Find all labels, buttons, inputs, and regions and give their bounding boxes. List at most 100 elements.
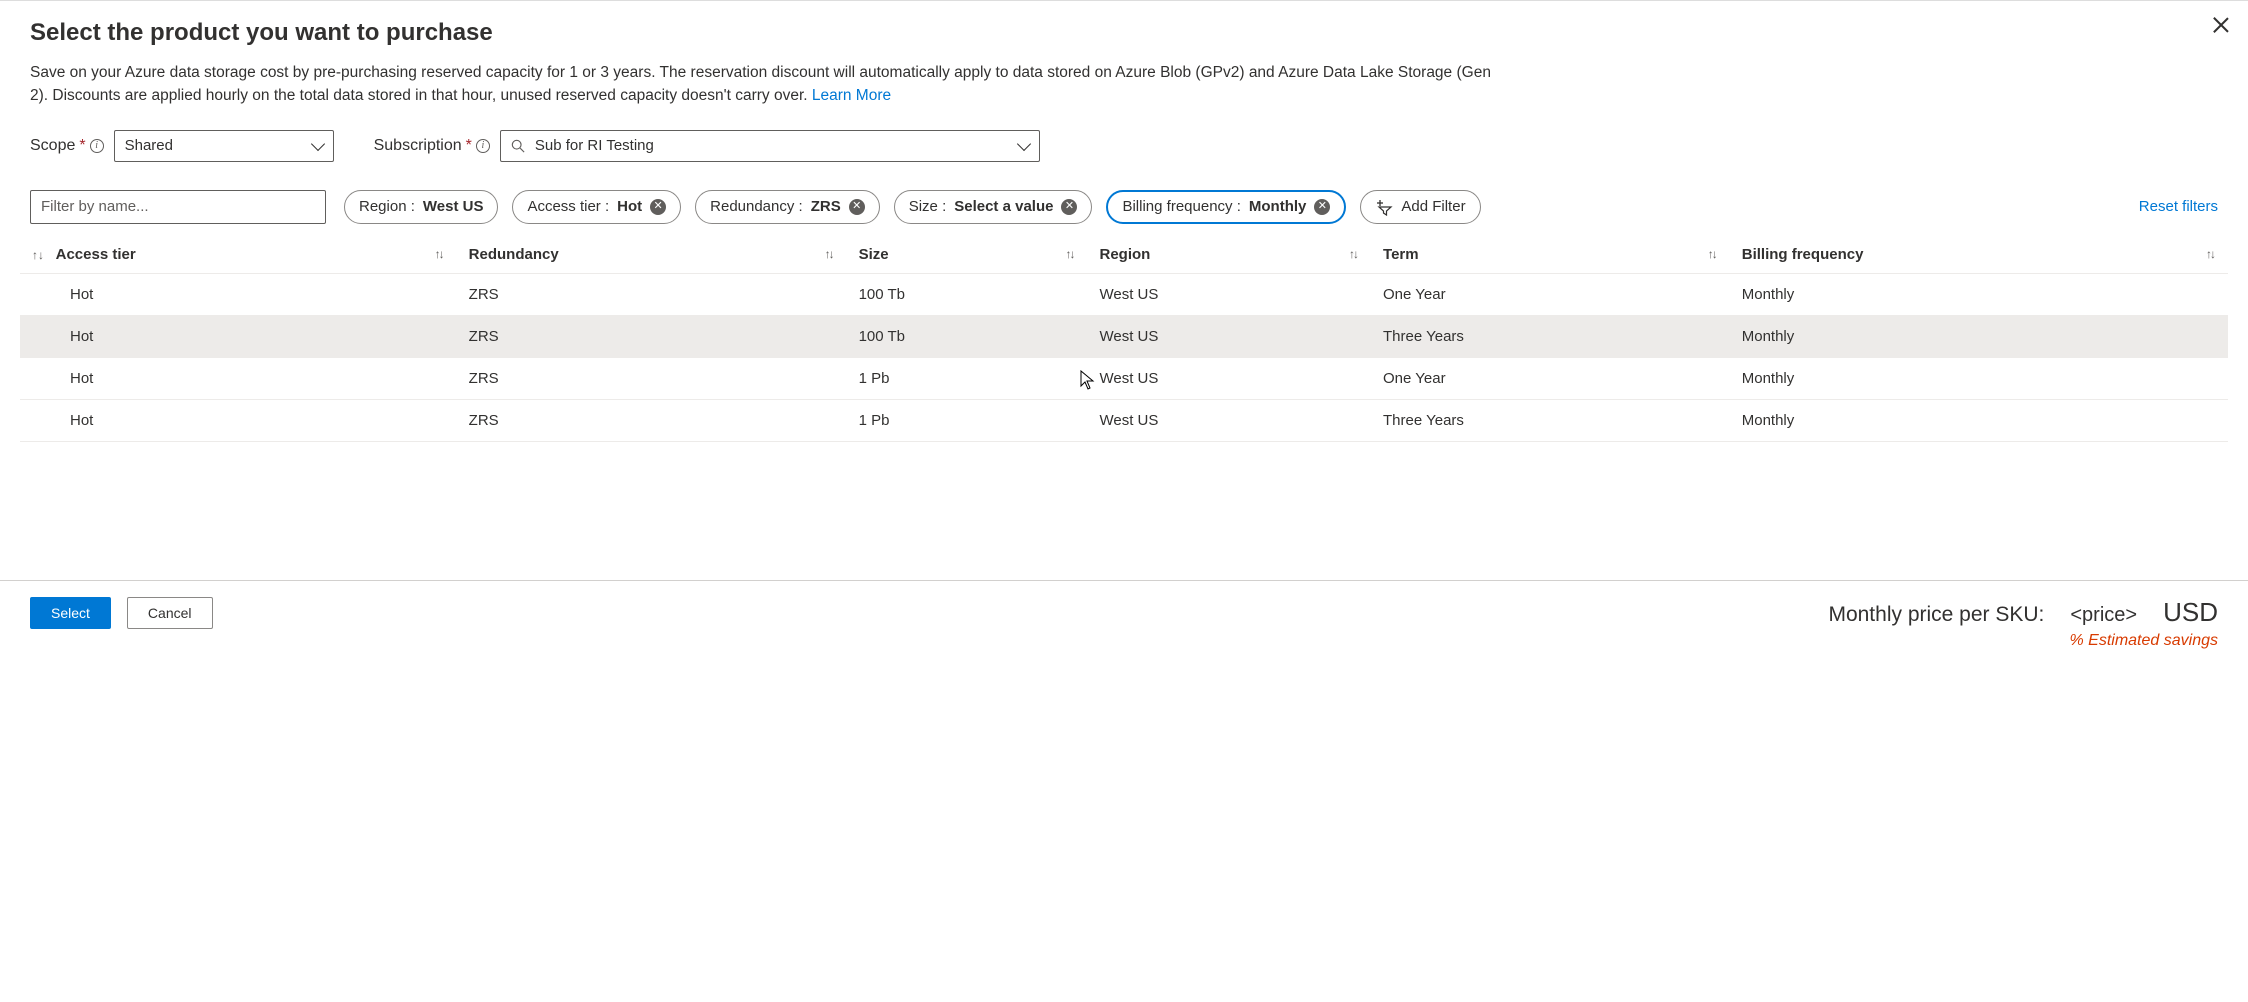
remove-filter-icon[interactable]: ✕ <box>1061 199 1077 215</box>
cell-redundancy: ZRS <box>457 273 847 315</box>
required-asterisk: * <box>79 137 85 155</box>
footer: Select Cancel Monthly price per SKU: <pr… <box>0 580 2248 662</box>
pill-label: Redundancy : <box>710 198 803 215</box>
cell-term: Three Years <box>1371 399 1730 441</box>
cell-size: 1 Pb <box>847 357 1088 399</box>
cell-access_tier: Hot <box>20 399 457 441</box>
cell-region: West US <box>1087 273 1371 315</box>
filter-pill-billing-frequency[interactable]: Billing frequency : Monthly ✕ <box>1106 190 1346 224</box>
cell-redundancy: ZRS <box>457 399 847 441</box>
cell-size: 100 Tb <box>847 315 1088 357</box>
remove-filter-icon[interactable]: ✕ <box>1314 199 1330 215</box>
cell-region: West US <box>1087 357 1371 399</box>
pill-label: Access tier : <box>527 198 609 215</box>
cell-term: One Year <box>1371 273 1730 315</box>
add-filter-button[interactable]: Add Filter <box>1360 190 1480 224</box>
cell-term: One Year <box>1371 357 1730 399</box>
col-access-tier[interactable]: ↑↓ Access tier ↑↓ <box>20 236 457 274</box>
cell-size: 1 Pb <box>847 399 1088 441</box>
subscription-label: Subscription * i <box>374 137 490 155</box>
cell-billing: Monthly <box>1730 399 2228 441</box>
cell-billing: Monthly <box>1730 357 2228 399</box>
learn-more-link[interactable]: Learn More <box>812 87 891 104</box>
select-button[interactable]: Select <box>30 597 111 629</box>
required-asterisk: * <box>466 137 472 155</box>
cell-term: Three Years <box>1371 315 1730 357</box>
chevron-down-icon <box>1017 136 1031 150</box>
add-filter-label: Add Filter <box>1401 198 1465 215</box>
scope-label: Scope * i <box>30 137 104 155</box>
sort-icon: ↑↓ <box>825 247 833 261</box>
table-row[interactable]: HotZRS100 TbWest USThree YearsMonthly <box>20 315 2228 357</box>
description-text: Save on your Azure data storage cost by … <box>30 64 1491 104</box>
pill-value: ZRS <box>811 198 841 215</box>
cell-billing: Monthly <box>1730 273 2228 315</box>
pill-value: Select a value <box>954 198 1053 215</box>
col-label: Access tier <box>56 246 136 263</box>
cell-region: West US <box>1087 399 1371 441</box>
product-select-panel: Select the product you want to purchase … <box>0 0 2248 580</box>
table-row[interactable]: HotZRS1 PbWest USOne YearMonthly <box>20 357 2228 399</box>
col-region[interactable]: Region ↑↓ <box>1087 236 1371 274</box>
cell-region: West US <box>1087 315 1371 357</box>
reset-filters-link[interactable]: Reset filters <box>2139 198 2218 215</box>
form-row: Scope * i Shared Subscription * i Sub fo… <box>30 130 2218 162</box>
info-icon[interactable]: i <box>476 139 490 153</box>
close-icon[interactable] <box>2210 15 2230 35</box>
price-label: Monthly price per SKU: <box>1828 603 2044 627</box>
cell-size: 100 Tb <box>847 273 1088 315</box>
col-redundancy[interactable]: Redundancy ↑↓ <box>457 236 847 274</box>
filter-by-name-input[interactable] <box>30 190 326 224</box>
description: Save on your Azure data storage cost by … <box>30 61 1510 108</box>
price-currency: USD <box>2163 597 2218 628</box>
col-term[interactable]: Term ↑↓ <box>1371 236 1730 274</box>
col-label: Term <box>1383 246 1419 263</box>
cell-redundancy: ZRS <box>457 357 847 399</box>
scope-select[interactable]: Shared <box>114 130 334 162</box>
col-label: Region <box>1099 246 1150 263</box>
cell-access_tier: Hot <box>20 315 457 357</box>
filter-pills: Region : West US Access tier : Hot ✕ Red… <box>344 190 2121 224</box>
subscription-select[interactable]: Sub for RI Testing <box>500 130 1040 162</box>
cell-redundancy: ZRS <box>457 315 847 357</box>
filter-pill-access-tier[interactable]: Access tier : Hot ✕ <box>512 190 681 224</box>
filter-pill-region[interactable]: Region : West US <box>344 190 498 224</box>
page-title: Select the product you want to purchase <box>30 19 2218 47</box>
table-row[interactable]: HotZRS100 TbWest USOne YearMonthly <box>20 273 2228 315</box>
subscription-value: Sub for RI Testing <box>535 137 654 154</box>
subscription-label-text: Subscription <box>374 137 462 155</box>
sort-icon: ↑↓ <box>1065 247 1073 261</box>
cell-access_tier: Hot <box>20 357 457 399</box>
pill-value: West US <box>423 198 484 215</box>
sort-icon: ↑↓ <box>1349 247 1357 261</box>
table-row[interactable]: HotZRS1 PbWest USThree YearsMonthly <box>20 399 2228 441</box>
search-icon <box>511 139 525 153</box>
cancel-button[interactable]: Cancel <box>127 597 213 629</box>
info-icon[interactable]: i <box>90 139 104 153</box>
sort-icon: ↑↓ <box>2206 247 2214 261</box>
col-label: Size <box>859 246 889 263</box>
remove-filter-icon[interactable]: ✕ <box>650 199 666 215</box>
product-table-wrap: ↑↓ Access tier ↑↓ Redundancy ↑↓ Size ↑↓ … <box>20 236 2228 442</box>
cell-access_tier: Hot <box>20 273 457 315</box>
scope-value: Shared <box>125 137 173 154</box>
pill-label: Billing frequency : <box>1122 198 1240 215</box>
col-size[interactable]: Size ↑↓ <box>847 236 1088 274</box>
scope-label-text: Scope <box>30 137 75 155</box>
price-area: Monthly price per SKU: <price> USD % Est… <box>1828 597 2218 650</box>
add-filter-icon <box>1375 198 1393 216</box>
sort-icon: ↑↓ <box>32 248 44 262</box>
pill-value: Monthly <box>1249 198 1307 215</box>
col-label: Redundancy <box>469 246 559 263</box>
filter-pill-redundancy[interactable]: Redundancy : ZRS ✕ <box>695 190 880 224</box>
pill-label: Region : <box>359 198 415 215</box>
sort-icon: ↑↓ <box>1708 247 1716 261</box>
sort-icon: ↑↓ <box>435 247 443 261</box>
filter-pill-size[interactable]: Size : Select a value ✕ <box>894 190 1093 224</box>
product-table: ↑↓ Access tier ↑↓ Redundancy ↑↓ Size ↑↓ … <box>20 236 2228 442</box>
pill-value: Hot <box>617 198 642 215</box>
estimated-savings: % Estimated savings <box>1828 632 2218 650</box>
subscription-field: Subscription * i Sub for RI Testing <box>374 130 1040 162</box>
col-billing-frequency[interactable]: Billing frequency ↑↓ <box>1730 236 2228 274</box>
remove-filter-icon[interactable]: ✕ <box>849 199 865 215</box>
